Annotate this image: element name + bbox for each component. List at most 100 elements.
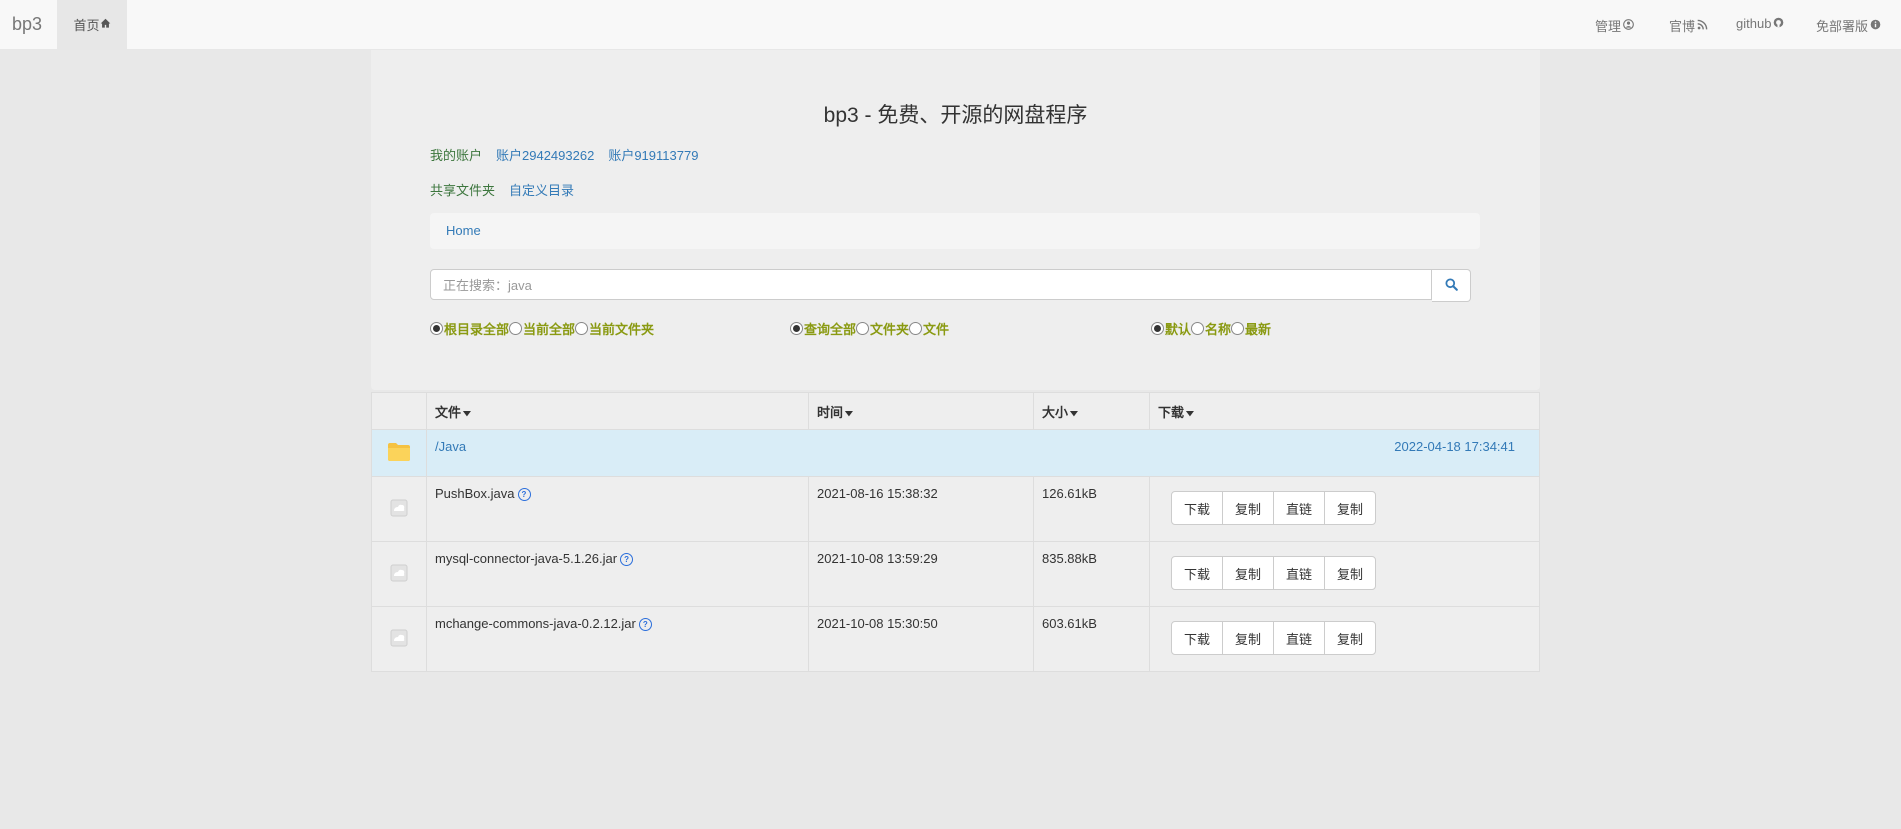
copy-button[interactable]: 复制 — [1222, 556, 1275, 590]
table-header-row: 文件⯆ 时间⯆ 大小⯆ 下载⯆ — [371, 392, 1540, 430]
file-name[interactable]: PushBox.java — [435, 486, 515, 501]
brand-logo[interactable]: bp3 — [12, 14, 42, 35]
main-panel: bp3 - 免费、开源的网盘程序 我的账户 账户2942493262 账户919… — [371, 50, 1540, 390]
header-download-label: 下载 — [1158, 404, 1185, 420]
table-row: PushBox.java? 2021-08-16 15:38:32 126.61… — [371, 476, 1540, 542]
file-actions-cell: 下载 复制 直链 复制 — [1149, 541, 1540, 607]
file-actions-cell: 下载 复制 直链 复制 — [1149, 476, 1540, 542]
header-download[interactable]: 下载⯆ — [1149, 392, 1540, 430]
radio-root-all[interactable] — [430, 322, 443, 335]
folder-time: 2022-04-18 17:34:41 — [1394, 439, 1515, 454]
nav-home-link[interactable]: 首页 — [57, 0, 127, 49]
nav-disclaimer-link[interactable]: 免部署版 — [1816, 16, 1881, 35]
file-time: 2021-10-08 13:59:29 — [817, 551, 938, 566]
direct-link-button[interactable]: 直链 — [1273, 556, 1326, 590]
header-size[interactable]: 大小⯆ — [1033, 392, 1150, 430]
file-icon-cell — [371, 541, 427, 607]
radio-sort-latest-label: 最新 — [1245, 322, 1272, 337]
scope-radio-group: 根目录全部 当前全部 当前文件夹 — [430, 319, 654, 338]
folder-icon-cell — [371, 429, 427, 477]
direct-link-button[interactable]: 直链 — [1273, 491, 1326, 525]
header-file[interactable]: 文件⯆ — [426, 392, 809, 430]
folder-cell: /Java 2022-04-18 17:34:41 — [426, 429, 1540, 477]
radio-sort-latest[interactable] — [1231, 322, 1245, 335]
file-icon-cell — [371, 606, 427, 672]
custom-directory-link[interactable]: 自定义目录 — [509, 180, 574, 199]
folder-link[interactable]: /Java — [427, 430, 474, 463]
header-size-label: 大小 — [1042, 404, 1069, 420]
chevron-down-icon: ⯆ — [1184, 408, 1196, 420]
copy-link-button[interactable]: 复制 — [1324, 556, 1377, 590]
file-size: 835.88kB — [1042, 551, 1097, 566]
action-button-group: 下载 复制 直链 复制 — [1171, 556, 1539, 590]
file-name-cell: mchange-commons-java-0.2.12.jar? — [426, 606, 809, 672]
chevron-down-icon: ⯆ — [1068, 408, 1080, 420]
nav-disclaimer-label: 免部署版 — [1816, 19, 1869, 34]
file-size-cell: 835.88kB — [1033, 541, 1150, 607]
nav-admin-link[interactable]: 管理 — [1595, 16, 1634, 35]
file-name-cell: PushBox.java? — [426, 476, 809, 542]
header-icon-col — [371, 392, 427, 430]
download-button[interactable]: 下载 — [1171, 556, 1224, 590]
copy-link-button[interactable]: 复制 — [1324, 491, 1377, 525]
breadcrumb: Home — [430, 213, 1480, 249]
file-icon-cell — [371, 476, 427, 542]
copy-button[interactable]: 复制 — [1222, 491, 1275, 525]
radio-current-all-label: 当前全部 — [523, 322, 576, 337]
file-actions-cell: 下载 复制 直链 复制 — [1149, 606, 1540, 672]
nav-github-link[interactable]: github — [1736, 16, 1784, 31]
shared-folder-label: 共享文件夹 — [430, 183, 496, 198]
chevron-down-icon: ⯆ — [461, 408, 473, 420]
radio-current-folder-label: 当前文件夹 — [589, 322, 655, 337]
github-icon — [1773, 16, 1784, 31]
radio-query-folders[interactable] — [856, 322, 870, 335]
radio-query-files-label: 文件 — [923, 322, 950, 337]
file-time-cell: 2021-08-16 15:38:32 — [808, 476, 1034, 542]
copy-button[interactable]: 复制 — [1222, 621, 1275, 655]
user-circle-icon — [1623, 18, 1634, 33]
search-input[interactable]: 正在搜索：java — [430, 269, 1432, 300]
question-circle-icon[interactable]: ? — [620, 553, 634, 567]
rss-icon — [1697, 18, 1708, 33]
nav-github-label: github — [1736, 16, 1772, 31]
sort-radio-group: 默认 名称 最新 — [1151, 319, 1271, 338]
account-link-1[interactable]: 账户2942493262 — [496, 145, 594, 164]
nav-home-label: 首页 — [73, 18, 100, 33]
radio-sort-default[interactable] — [1151, 322, 1164, 335]
download-button[interactable]: 下载 — [1171, 621, 1224, 655]
home-icon — [100, 17, 111, 32]
question-circle-icon[interactable]: ? — [517, 488, 531, 502]
question-circle-icon[interactable]: ? — [638, 618, 652, 632]
table-row: mchange-commons-java-0.2.12.jar? 2021-10… — [371, 606, 1540, 672]
file-time: 2021-10-08 15:30:50 — [817, 616, 938, 631]
download-button[interactable]: 下载 — [1171, 491, 1224, 525]
file-icon — [390, 629, 408, 650]
radio-query-files[interactable] — [909, 322, 923, 335]
file-time-cell: 2021-10-08 15:30:50 — [808, 606, 1034, 672]
radio-query-folders-label: 文件夹 — [870, 322, 910, 337]
search-button[interactable] — [1432, 269, 1471, 302]
action-button-group: 下载 复制 直链 复制 — [1171, 491, 1539, 525]
radio-current-all[interactable] — [509, 322, 523, 335]
file-name[interactable]: mchange-commons-java-0.2.12.jar — [435, 616, 636, 631]
page-title: bp3 - 免费、开源的网盘程序 — [823, 104, 1088, 127]
query-radio-group: 查询全部 文件夹 文件 — [790, 319, 949, 338]
radio-root-all-label: 根目录全部 — [444, 322, 510, 337]
file-name[interactable]: mysql-connector-java-5.1.26.jar — [435, 551, 617, 566]
direct-link-button[interactable]: 直链 — [1273, 621, 1326, 655]
file-name-cell: mysql-connector-java-5.1.26.jar? — [426, 541, 809, 607]
radio-query-all[interactable] — [790, 322, 803, 335]
breadcrumb-home[interactable]: Home — [446, 223, 481, 238]
copy-link-button[interactable]: 复制 — [1324, 621, 1377, 655]
action-button-group: 下载 复制 直链 复制 — [1171, 621, 1539, 655]
search-bar: 正在搜索：java — [430, 269, 1480, 302]
my-account-label: 我的账户 — [430, 148, 483, 163]
radio-sort-default-label: 默认 — [1165, 322, 1192, 337]
nav-blog-link[interactable]: 官博 — [1669, 16, 1708, 35]
header-time[interactable]: 时间⯆ — [808, 392, 1034, 430]
folder-row[interactable]: /Java 2022-04-18 17:34:41 — [371, 429, 1540, 477]
file-size: 126.61kB — [1042, 486, 1097, 501]
account-link-2[interactable]: 账户919113779 — [608, 145, 698, 164]
radio-current-folder[interactable] — [575, 322, 589, 335]
radio-sort-name[interactable] — [1191, 322, 1205, 335]
